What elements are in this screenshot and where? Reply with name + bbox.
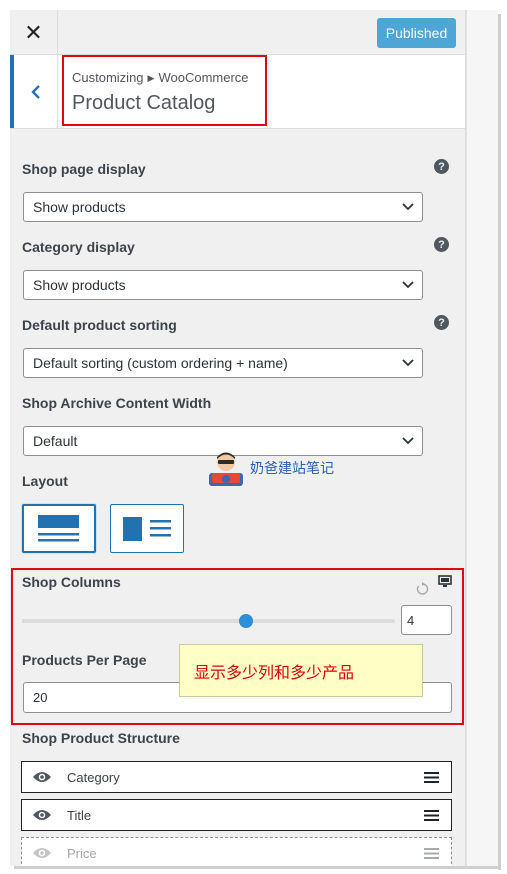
chevron-down-icon: [402, 203, 414, 211]
close-icon: ✕: [24, 19, 43, 45]
structure-item-label: Title: [67, 807, 92, 823]
shop-columns-label: Shop Columns: [22, 574, 121, 590]
default-sorting-select[interactable]: Default sorting (custom ordering + name): [23, 348, 423, 378]
breadcrumb-parent: WooCommerce: [158, 70, 249, 85]
eye-icon[interactable]: [32, 770, 52, 784]
products-per-page-label: Products Per Page: [22, 652, 147, 668]
shop-page-display-label: Shop page display: [22, 161, 146, 177]
watermark-avatar-icon: [209, 452, 243, 486]
drag-handle-icon[interactable]: [424, 772, 439, 783]
close-customizer-button[interactable]: ✕: [10, 10, 58, 55]
drag-handle-icon[interactable]: [424, 848, 439, 859]
slider-fill: [22, 619, 246, 623]
drag-handle-icon[interactable]: [424, 810, 439, 821]
customizer-panel: ✕ Published Customizing ▶ WooCommerce Prod…: [10, 10, 466, 866]
help-icon[interactable]: ?: [434, 159, 449, 174]
breadcrumb-root: Customizing: [72, 70, 144, 85]
layout-option-sidebar[interactable]: [110, 504, 184, 553]
structure-item-category[interactable]: Category: [21, 761, 452, 793]
chevron-left-icon: [30, 84, 40, 99]
help-icon[interactable]: ?: [434, 237, 449, 252]
default-sorting-label: Default product sorting: [22, 317, 177, 333]
structure-item-title[interactable]: Title: [21, 799, 452, 831]
products-per-page-value: 20: [33, 690, 48, 705]
breadcrumb: Customizing ▶ WooCommerce: [72, 70, 249, 85]
category-display-value: Show products: [33, 277, 126, 293]
annotation-note-text: 显示多少列和多少产品: [194, 662, 355, 682]
layout-option-full-width[interactable]: [22, 504, 96, 553]
structure-item-price[interactable]: Price: [21, 837, 452, 866]
structure-item-label: Price: [67, 845, 97, 861]
section-heading: Customizing ▶ WooCommerce Product Catalog: [10, 55, 465, 129]
preview-scroll-area[interactable]: [466, 10, 498, 866]
product-structure-label: Shop Product Structure: [22, 730, 180, 746]
reset-icon[interactable]: [415, 582, 429, 596]
shop-columns-slider[interactable]: [22, 614, 395, 628]
help-icon[interactable]: ?: [434, 315, 449, 330]
breadcrumb-arrow-icon: ▶: [147, 73, 155, 83]
annotation-note: 显示多少列和多少产品: [179, 644, 423, 697]
shop-columns-value: 4: [407, 612, 415, 628]
shop-page-display-select[interactable]: Show products: [23, 192, 423, 222]
category-display-label: Category display: [22, 239, 135, 255]
archive-width-value: Default: [33, 433, 78, 449]
page-title: Product Catalog: [72, 92, 216, 114]
category-display-select[interactable]: Show products: [23, 270, 423, 300]
back-button[interactable]: [10, 55, 58, 128]
customizer-header: ✕ Published: [10, 10, 465, 55]
default-sorting-value: Default sorting (custom ordering + name): [33, 355, 288, 371]
publish-button[interactable]: Published: [377, 18, 456, 48]
layout-sidebar-icon: [123, 517, 171, 541]
structure-item-label: Category: [67, 769, 120, 785]
shop-columns-input[interactable]: 4: [401, 605, 452, 635]
eye-icon[interactable]: [32, 808, 52, 822]
desktop-icon[interactable]: [438, 575, 452, 588]
watermark-text: 奶爸建站笔记: [250, 461, 334, 477]
frame-shadow-bottom: [14, 866, 501, 869]
chevron-down-icon: [402, 281, 414, 289]
slider-handle[interactable]: [238, 614, 253, 628]
layout-full-width-icon: [38, 515, 79, 542]
shop-page-display-value: Show products: [33, 199, 126, 215]
chevron-down-icon: [402, 437, 414, 445]
archive-width-label: Shop Archive Content Width: [22, 395, 212, 411]
chevron-down-icon: [402, 359, 414, 367]
watermark: 奶爸建站笔记: [206, 448, 334, 488]
eye-icon[interactable]: [32, 846, 52, 860]
layout-label: Layout: [22, 473, 68, 489]
frame-shadow-right: [498, 14, 501, 870]
